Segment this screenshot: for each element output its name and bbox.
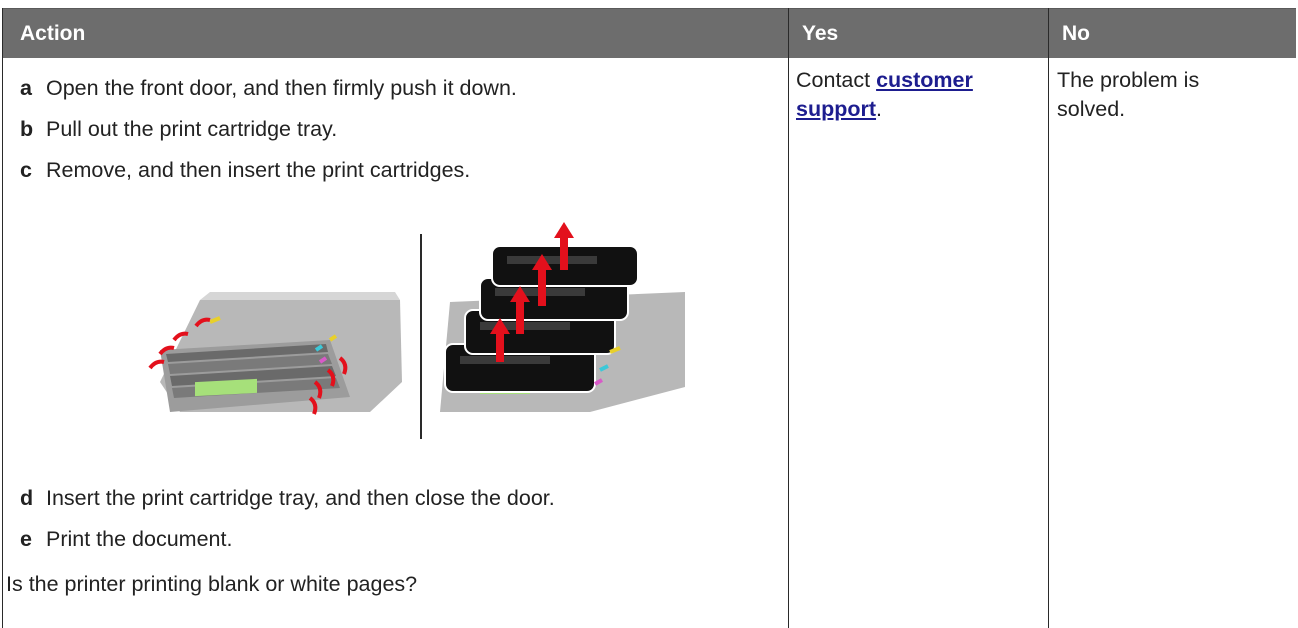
step-d: d Insert the print cartridge tray, and th…	[20, 485, 555, 511]
yes-cell: Contact customer support.	[796, 66, 1016, 124]
no-line-2: solved.	[1057, 97, 1126, 121]
header-action: Action	[20, 22, 86, 45]
no-cell: The problem is solved.	[1057, 66, 1277, 124]
link-text-support: support	[796, 97, 877, 121]
table-border-left	[2, 8, 3, 628]
step-text: Insert the print cartridge tray, and the…	[46, 486, 555, 510]
header-no: No	[1062, 22, 1090, 45]
printer-left-illustration	[148, 292, 402, 415]
step-letter: a	[20, 76, 32, 100]
step-e: e Print the document.	[20, 526, 232, 552]
step-c: c Remove, and then insert the print cartr…	[20, 157, 470, 183]
step-letter: b	[20, 117, 34, 141]
yes-suffix: .	[876, 97, 883, 121]
printer-cartridge-figure	[148, 222, 685, 439]
step-letter: d	[20, 486, 34, 510]
step-text: Remove, and then insert the print cartri…	[46, 158, 471, 182]
printer-right-illustration	[440, 222, 685, 412]
no-line-1: The problem is	[1057, 68, 1200, 92]
step-b: b Pull out the print cartridge tray.	[20, 116, 337, 142]
link-text-customer: customer	[876, 68, 973, 92]
question-text: Is the printer printing blank or white p…	[6, 572, 418, 596]
step-a: a Open the front door, and then firmly pu…	[20, 75, 517, 101]
step-text: Open the front door, and then firmly pus…	[46, 76, 517, 100]
illustration-divider	[420, 234, 422, 439]
step-text: Pull out the print cartridge tray.	[46, 117, 338, 141]
header-yes: Yes	[802, 22, 839, 45]
step-text: Print the document.	[46, 527, 233, 551]
table-header: Action Yes No	[2, 8, 1296, 58]
step-letter: c	[20, 158, 32, 182]
yes-prefix: Contact	[796, 68, 877, 92]
column-divider	[788, 8, 789, 628]
step-letter: e	[20, 527, 32, 551]
column-divider	[1048, 8, 1049, 628]
cartridge-illustration	[140, 222, 700, 440]
